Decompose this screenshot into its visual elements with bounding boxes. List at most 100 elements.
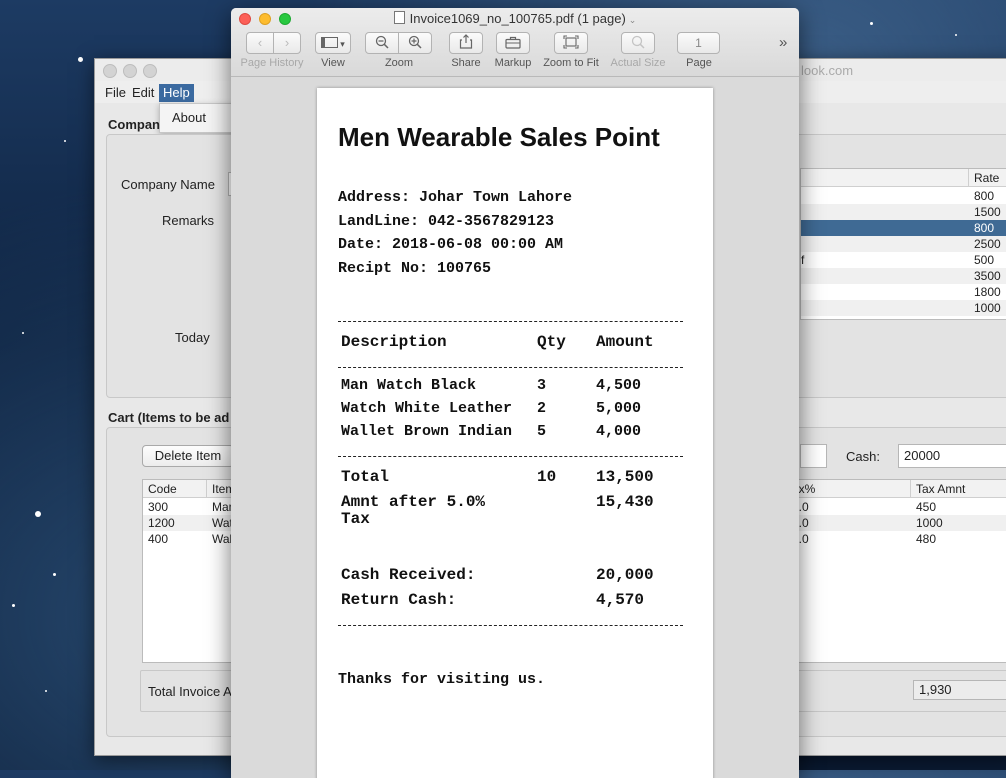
share-label: Share (451, 57, 481, 69)
tax-amount-cell: 480 (916, 532, 937, 546)
item-description: Watch White Leather (341, 400, 513, 417)
zoom-out-button[interactable] (365, 32, 399, 54)
company-section-title: Compan (108, 117, 160, 132)
after-tax-label: Amnt after 5.0% (341, 493, 486, 511)
rate-cell: 800 (974, 221, 995, 235)
receipt-footer: Thanks for visiting us. (338, 671, 546, 688)
item-qty: 3 (537, 377, 547, 394)
products-table-row[interactable]: 2500 (801, 236, 1006, 252)
cash-input[interactable]: 20000 (898, 444, 1006, 468)
code-cell: 300 (148, 500, 169, 514)
products-table[interactable]: Rate 800 1500 800 2500 f 500 3500 1800 1000 (800, 168, 1006, 320)
app-minimize-button[interactable] (123, 64, 137, 78)
item-amount: 5,000 (596, 400, 642, 417)
receipt-title: Men Wearable Sales Point (338, 122, 660, 152)
magnifier-icon (631, 35, 645, 49)
item-qty: 5 (537, 423, 547, 440)
toolbar-overflow-button[interactable]: » (779, 34, 787, 51)
menu-file[interactable]: File (101, 84, 130, 102)
app-zoom-button[interactable] (143, 64, 157, 78)
return-cash-label: Return Cash: (341, 591, 457, 609)
description-column-header: Description (341, 333, 447, 351)
tax-amount-column-header[interactable]: Tax Amnt (911, 480, 1006, 498)
after-tax-amount: 15,430 (596, 493, 654, 511)
actual-size-button[interactable] (621, 32, 655, 54)
chevron-down-icon[interactable]: ⌄ (629, 15, 637, 25)
return-cash-amount: 4,570 (596, 591, 645, 609)
view-button[interactable]: ▾ (315, 32, 351, 54)
total-label: Total (341, 468, 390, 486)
share-button[interactable] (449, 32, 483, 54)
zoom-in-button[interactable] (398, 32, 432, 54)
zoom-to-fit-label: Zoom to Fit (543, 57, 599, 69)
page-forward-button[interactable]: › (273, 32, 301, 54)
after-tax-label-line2: Tax (341, 510, 370, 528)
divider (338, 321, 683, 322)
tax-amount-cell: 1000 (916, 516, 943, 530)
delete-item-button[interactable]: Delete Item (142, 445, 234, 467)
zoom-out-icon (375, 35, 389, 49)
item-amount: 4,000 (596, 423, 642, 440)
company-name-label: Company Name (121, 177, 215, 192)
item-cell: Wat (212, 516, 233, 530)
divider (338, 456, 683, 457)
products-table-row[interactable]: 800 (801, 188, 1006, 204)
menu-edit[interactable]: Edit (128, 84, 158, 102)
product-name-cell: f (801, 253, 805, 267)
star (22, 332, 24, 334)
chevron-down-icon: ▾ (340, 39, 345, 49)
total-invoice-field[interactable]: 1,930 (913, 680, 1006, 700)
receipt-landline: LandLine: 042-3567829123 (338, 213, 555, 230)
products-table-row[interactable]: 3500 (801, 268, 1006, 284)
amount-field[interactable] (800, 444, 827, 468)
preview-window: Invoice1069_no_100765.pdf (1 page) ⌄ ‹ › … (231, 8, 799, 778)
app-title: look.com (801, 63, 854, 78)
page-number-field[interactable]: 1 (677, 32, 720, 54)
page-history-label: Page History (240, 57, 304, 69)
zoom-label: Zoom (384, 57, 414, 69)
zoom-to-fit-button[interactable] (554, 32, 588, 54)
cash-received-amount: 20,000 (596, 566, 654, 584)
code-cell: 1200 (148, 516, 175, 530)
rate-cell: 1500 (974, 205, 1001, 219)
total-invoice-label: Total Invoice A (148, 684, 232, 699)
products-table-row[interactable]: 1000 (801, 300, 1006, 316)
item-amount: 4,500 (596, 377, 642, 394)
divider (338, 625, 683, 626)
star (53, 573, 56, 576)
receipt-number: Recipt No: 100765 (338, 260, 492, 277)
page-back-button[interactable]: ‹ (246, 32, 274, 54)
rate-cell: 500 (974, 253, 995, 267)
code-column-header[interactable]: Code (143, 480, 207, 498)
item-qty: 2 (537, 400, 547, 417)
products-table-row[interactable]: f 500 (801, 252, 1006, 268)
share-icon (459, 34, 473, 49)
page-label: Page (686, 57, 712, 69)
view-label: View (321, 57, 345, 69)
sidebar-icon (321, 37, 339, 48)
markup-button[interactable] (496, 32, 530, 54)
zoom-to-fit-icon (563, 35, 579, 49)
rate-cell: 800 (974, 189, 995, 203)
actual-size-label: Actual Size (610, 57, 666, 69)
app-close-button[interactable] (103, 64, 117, 78)
cash-label: Cash: (846, 449, 880, 464)
rate-cell: 1000 (974, 301, 1001, 315)
item-description: Wallet Brown Indian (341, 423, 513, 440)
products-table-row[interactable]: 1800 (801, 284, 1006, 300)
rate-column-header[interactable]: Rate (969, 169, 1006, 187)
amount-column-header: Amount (596, 333, 654, 351)
document-icon (393, 11, 405, 24)
cash-received-label: Cash Received: (341, 566, 476, 584)
window-title: Invoice1069_no_100765.pdf (1 page) ⌄ (231, 11, 799, 26)
menu-help[interactable]: Help (159, 84, 194, 102)
item-cell: Wal (212, 532, 233, 546)
receipt-address: Address: Johar Town Lahore (338, 189, 573, 206)
tax-percent-column-header[interactable]: ax% (787, 480, 911, 498)
products-table-row[interactable]: 800 (801, 220, 1006, 236)
menu-item-about[interactable]: About (172, 110, 206, 125)
item-description: Man Watch Black (341, 377, 477, 394)
preview-toolbar: Invoice1069_no_100765.pdf (1 page) ⌄ ‹ › … (231, 8, 799, 77)
star (64, 140, 66, 142)
products-table-row[interactable]: 1500 (801, 204, 1006, 220)
